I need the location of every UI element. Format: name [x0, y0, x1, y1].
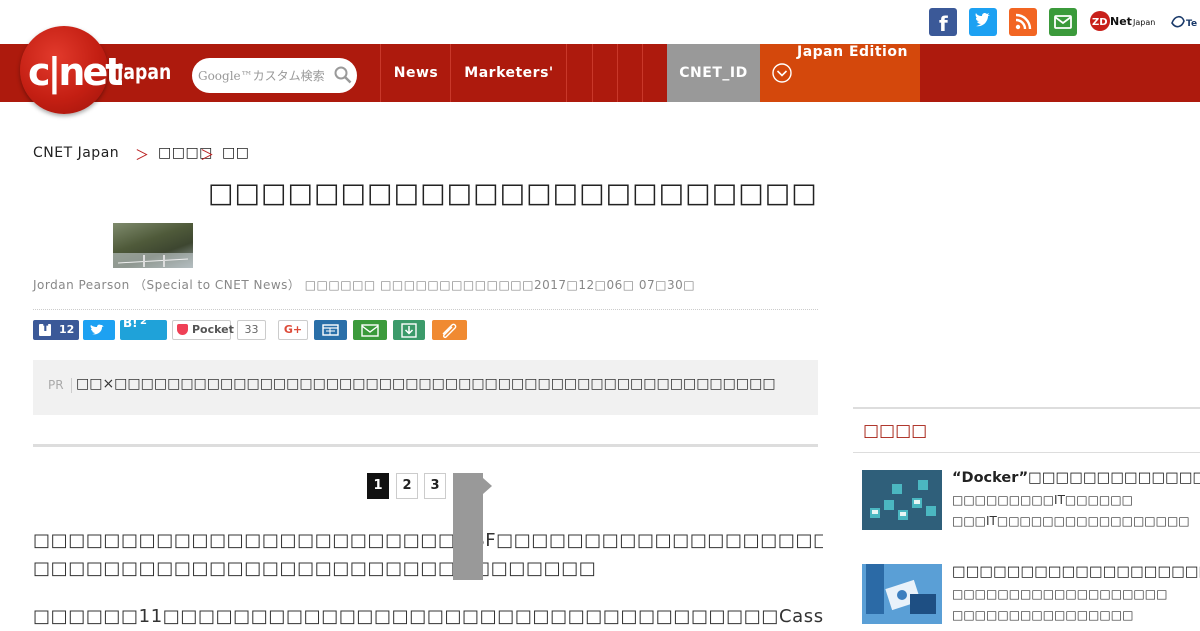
- print-icon: [322, 324, 339, 336]
- cnet-logo-japan: Japan: [117, 60, 172, 84]
- pr-divider: [71, 378, 72, 393]
- email-share-button[interactable]: [353, 320, 387, 340]
- pr-link[interactable]: □□×□□□□□□□□□□□□□□□□□□□□□□□□□□□□□□□□□□□□□…: [76, 376, 776, 392]
- sidebar-item-title[interactable]: “Docker”□□□□□□□□□□□□□□: [952, 470, 1200, 486]
- paragraph-line: □□□□□□11□□□□□□□□□□□□□□□□□□□□□□□□□□□□□□□□…: [33, 606, 823, 627]
- twitter-icon[interactable]: [969, 8, 997, 36]
- nav-divider: [642, 44, 643, 102]
- techrepublic-logo[interactable]: Te: [1170, 9, 1200, 35]
- sidebar-item-desc: □□□□□□□□□□□□□□□□: [952, 608, 1134, 622]
- sidebar-heading: □□□□: [863, 421, 928, 441]
- pocket-count: 33: [237, 320, 266, 340]
- nav-divider: [617, 44, 618, 102]
- breadcrumb-separator: ＞: [200, 148, 215, 164]
- cnet-logo-text: c|net: [28, 50, 123, 94]
- facebook-icon: f: [39, 320, 51, 336]
- search-icon[interactable]: [334, 66, 352, 88]
- hatena-icon: B!: [123, 316, 138, 330]
- search-box[interactable]: Google™カスタム検索: [192, 58, 357, 93]
- search-input[interactable]: Google™カスタム検索: [198, 67, 325, 84]
- article-thumbnail: [113, 223, 193, 268]
- pocket-icon: [177, 324, 188, 335]
- next-page-tab[interactable]: [453, 473, 483, 580]
- twitter-share-button[interactable]: [83, 320, 115, 340]
- facebook-share-count: 12: [59, 323, 75, 336]
- sidebar-item-desc: □□□□□□□□□IT□□□□□□: [952, 493, 1133, 507]
- edition-label: Japan Edition: [797, 44, 908, 60]
- pr-banner[interactable]: PR □□×□□□□□□□□□□□□□□□□□□□□□□□□□□□□□□□□□□…: [33, 360, 818, 415]
- pocket-label: Pocket: [192, 323, 234, 336]
- print-button[interactable]: [314, 320, 347, 340]
- zdnet-logo-text: Net: [1110, 15, 1132, 28]
- next-arrow-icon[interactable]: [483, 478, 492, 494]
- article-paragraph: □□□□□□11□□□□□□□□□□□□□□□□□□□□□□□□□□□□□□□□…: [33, 603, 823, 631]
- paragraph-line: □□□□□□□□□□□□□□□□□□□□□□□□□□□□□□□□: [33, 558, 597, 579]
- download-icon: [401, 323, 417, 338]
- pocket-button[interactable]: Pocket: [172, 320, 234, 340]
- sidebar-item-image[interactable]: [862, 564, 942, 624]
- sidebar-item-title[interactable]: □□□□□□□□□□□□□□□□□□□: [952, 564, 1200, 580]
- facebook-icon[interactable]: f: [929, 8, 957, 36]
- section-divider: [33, 444, 818, 447]
- page-3-button[interactable]: 3: [424, 473, 446, 499]
- svg-text:Japan: Japan: [1132, 18, 1155, 27]
- article-title: □□□□□□□□□□□□□□□□□□□□□□□□□□□--□□□□□□□□□□□…: [208, 178, 818, 209]
- paperclip-icon: [442, 323, 457, 339]
- cnet-id-button[interactable]: CNET_ID: [667, 44, 760, 102]
- svg-text:Te: Te: [1186, 19, 1197, 29]
- svg-text:f: f: [939, 12, 948, 36]
- zdnet-logo[interactable]: ZD Net Japan: [1089, 9, 1161, 35]
- svg-text:ZD: ZD: [1092, 17, 1108, 28]
- page-2-button[interactable]: 2: [396, 473, 418, 499]
- mail-icon: [361, 324, 379, 337]
- pr-tag: PR: [48, 378, 64, 392]
- nav-marketers[interactable]: Marketers': [450, 44, 567, 102]
- save-button[interactable]: [393, 320, 425, 340]
- sidebar-item-image[interactable]: [862, 470, 942, 530]
- article-byline: Jordan Pearson （Special to CNET News） □□…: [33, 278, 696, 292]
- breadcrumb-home[interactable]: CNET Japan: [33, 145, 119, 161]
- hatena-bookmark-button[interactable]: B! 2: [120, 316, 167, 340]
- sidebar-item-desc: □□□□□□□□□□□□□□□□□□□: [952, 587, 1168, 601]
- facebook-share-button[interactable]: f 12: [33, 320, 79, 340]
- edition-selector[interactable]: Japan Edition: [760, 44, 920, 102]
- sidebar-item-desc: □□□IT□□□□□□□□□□□□□□□□□: [952, 514, 1190, 528]
- nav-divider: [592, 44, 593, 102]
- article-paragraph: □□□□□□□□□□□□□□□□□□□□□□□□□SF□□□□□□□□□□□□□…: [33, 527, 823, 583]
- breadcrumb-separator: ＞: [135, 148, 150, 164]
- breadcrumb-category[interactable]: □□: [222, 145, 249, 161]
- twitter-icon: [90, 324, 104, 335]
- paragraph-line: □□□□□□□□□□□□□□□□□□□□□□□□□SF□□□□□□□□□□□□□…: [33, 530, 823, 551]
- sidebar-divider: [853, 407, 1200, 409]
- page-1-button[interactable]: 1: [367, 473, 389, 499]
- mail-icon[interactable]: [1049, 8, 1077, 36]
- clip-button[interactable]: [432, 320, 467, 340]
- sidebar-divider: [853, 452, 1200, 453]
- rss-icon[interactable]: [1009, 8, 1037, 36]
- hatena-count: 2: [140, 316, 147, 327]
- nav-divider: [566, 44, 567, 102]
- divider: [33, 309, 818, 310]
- site-header: [0, 44, 1200, 102]
- google-plus-button[interactable]: G+: [278, 320, 308, 340]
- chevron-down-icon: [772, 63, 792, 87]
- nav-news[interactable]: News: [380, 44, 451, 102]
